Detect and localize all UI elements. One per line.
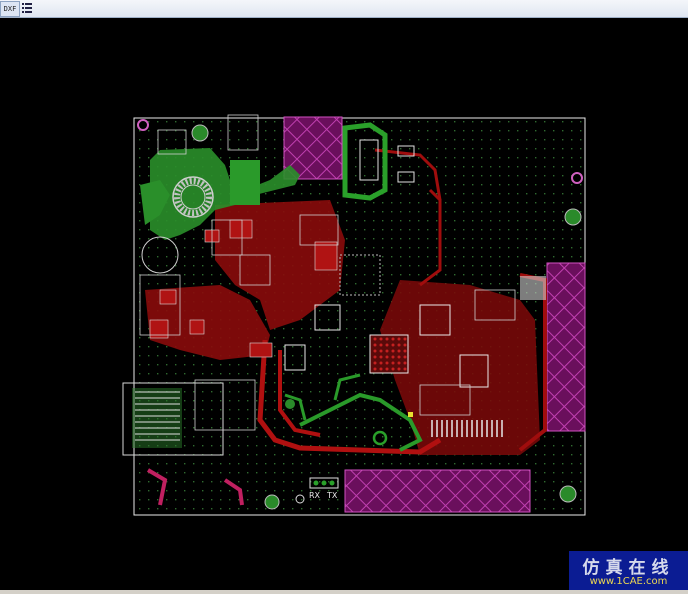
pad-array	[431, 420, 503, 437]
tx-label: TX	[326, 491, 338, 500]
pad-green-1	[230, 160, 260, 205]
keepout-right	[546, 262, 586, 432]
marker-yellow	[408, 412, 413, 417]
pad-3	[314, 241, 338, 271]
pad-6	[249, 342, 273, 358]
connector-right-top	[520, 276, 546, 300]
keepout-bottom	[344, 469, 531, 513]
pcb-canvas[interactable]: RX TX	[0, 18, 688, 590]
pad-5	[189, 319, 205, 335]
pad-1	[229, 219, 253, 239]
bga-main	[369, 334, 409, 374]
toolbar: DXF	[0, 0, 688, 18]
rx-label: RX	[309, 491, 321, 500]
pcb-layout: RX TX	[122, 114, 586, 516]
connector-left-pads	[132, 388, 182, 448]
list-icon[interactable]	[20, 1, 34, 15]
status-bar	[0, 590, 688, 594]
dxf-button[interactable]: DXF	[0, 1, 20, 17]
watermark: 仿真在线 www.1CAE.com	[569, 551, 688, 590]
pad-4	[159, 289, 177, 305]
watermark-title: 仿真在线	[582, 558, 675, 578]
